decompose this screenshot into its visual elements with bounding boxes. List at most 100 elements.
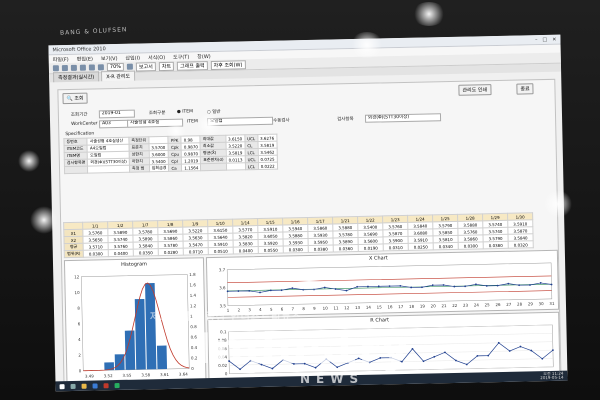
menu-insert[interactable]: 삽입(I) <box>125 54 140 61</box>
excel-icon[interactable] <box>114 382 120 388</box>
light-reflection <box>166 122 186 140</box>
exit-button[interactable]: 종료 <box>516 83 534 95</box>
y2-tick-label: 0 <box>191 366 194 371</box>
table-cell[interactable]: 0.0360 <box>333 244 359 252</box>
window-controls: – □ ✕ <box>535 36 557 42</box>
workcenter-label: WorkCenter <box>71 121 98 127</box>
close-icon[interactable]: ✕ <box>552 36 556 42</box>
x-tick-label: 8 <box>302 306 305 311</box>
menu-file[interactable]: 파일(F) <box>53 55 69 62</box>
y-tick-label: 3.6 <box>219 285 226 290</box>
office-icon[interactable] <box>103 382 109 388</box>
date-from-field[interactable]: 2019-01 <box>98 109 135 119</box>
chart-button[interactable]: 차트 <box>158 61 175 71</box>
tab-xr-chart[interactable]: X-R 관리도 <box>101 70 136 82</box>
copy-icon[interactable] <box>88 64 95 71</box>
menu-tools[interactable]: 도구(T) <box>173 53 189 60</box>
help-icon[interactable] <box>126 63 134 70</box>
light-reflection <box>30 206 58 234</box>
save-icon[interactable] <box>52 65 59 72</box>
manual-insp-label: 수동검사 <box>273 118 290 124</box>
x-tick-label: 3.64 <box>179 372 188 377</box>
insp-item-label: 검사항목 <box>337 117 354 123</box>
spec-label: 검사항목명 <box>64 159 88 167</box>
search-taskbar-icon[interactable] <box>70 383 76 389</box>
menu-format[interactable]: 서식(O) <box>148 53 165 60</box>
histogram-bar <box>114 354 125 371</box>
clock: 오전 11:24 2019-05-14 <box>540 371 563 380</box>
table-cell[interactable]: 0.0510 <box>208 247 234 255</box>
browser-icon[interactable] <box>92 382 98 389</box>
row-header: 범위(R) <box>64 250 84 258</box>
table-cell[interactable]: 0.0400 <box>233 246 259 255</box>
x-tick-label: 30 <box>539 301 545 306</box>
x-chart-title: X Chart <box>368 255 388 262</box>
x-tick-label: 3.55 <box>122 373 131 378</box>
graph-output-button[interactable]: 그래프 출력 <box>176 60 208 71</box>
histogram-bar <box>134 298 146 370</box>
menu-window[interactable]: 창(W) <box>197 53 211 60</box>
x-tick-label: 3.58 <box>141 372 150 377</box>
minimize-icon[interactable]: – <box>535 37 538 43</box>
table-cell[interactable]: 0.0710 <box>183 247 209 256</box>
y2-tick-label: 1.4 <box>190 293 197 298</box>
radio-item[interactable]: ● ITEM <box>177 109 193 114</box>
period-label: 조회기간 <box>70 112 88 118</box>
table-cell[interactable]: 0.0340 <box>433 242 459 250</box>
table-cell[interactable]: 0.0300 <box>458 241 484 250</box>
table-cell[interactable]: 0.0300 <box>283 245 309 254</box>
table-cell[interactable]: 0.0280 <box>158 248 184 256</box>
insp-item-select[interactable]: 외경(Φ)(STT30이상) <box>364 113 442 123</box>
table-cell[interactable]: 0.0550 <box>258 246 284 254</box>
x-tick-label: 3.52 <box>104 373 113 378</box>
table-cell[interactable]: 0.0350 <box>133 248 159 257</box>
table-cell[interactable]: 0.0300 <box>83 249 109 258</box>
menu-edit[interactable]: 편집(E) <box>77 55 93 62</box>
table-cell[interactable]: 0.0250 <box>408 242 434 251</box>
table-cell[interactable]: 0.0400 <box>108 249 134 257</box>
light-reflection <box>296 270 322 292</box>
start-icon[interactable] <box>59 383 65 389</box>
x-tick-label: 10 <box>323 306 329 311</box>
x-tick-label: 21 <box>441 303 447 308</box>
light-reflection <box>196 114 222 136</box>
y-tick-label: 2 <box>78 353 81 358</box>
y-tick-label: 3.7 <box>219 267 226 272</box>
table-cell[interactable]: 0.0190 <box>358 243 384 252</box>
table-cell[interactable]: 0.0320 <box>508 240 534 249</box>
tab-realtime[interactable]: 측정결과(실시간) <box>52 71 100 83</box>
watermark-logo: Industry <box>196 324 411 373</box>
x-tick-label: 23 <box>463 303 469 308</box>
print-chart-button[interactable]: 관리도 인쇄 <box>458 84 492 96</box>
x-tick-label: 9 <box>313 306 316 311</box>
cut-icon[interactable] <box>79 64 86 71</box>
table-cell[interactable]: 0.0380 <box>308 244 334 253</box>
spec-label: 표준편차(σ) <box>200 156 227 164</box>
later-search-button[interactable]: 차후 조회(W) <box>210 59 246 70</box>
y-tick-label: 12 <box>74 274 80 279</box>
print-icon[interactable] <box>61 64 68 72</box>
light-reflection <box>544 190 572 218</box>
report-button[interactable]: 보고서 <box>135 61 156 72</box>
paste-icon[interactable] <box>97 64 104 71</box>
x-tick-label: 22 <box>452 303 458 308</box>
table-cell[interactable]: 0.0380 <box>483 241 509 249</box>
menu-view[interactable]: 보기(V) <box>101 54 118 61</box>
workcenter-code-field[interactable]: A03 <box>99 119 130 129</box>
spec-label: 측정 법 <box>129 164 150 173</box>
explorer-icon[interactable] <box>81 383 87 389</box>
maximize-icon[interactable]: □ <box>542 36 547 42</box>
table-cell[interactable]: 0.0310 <box>383 243 409 251</box>
spec-label <box>64 166 89 174</box>
x-tick-label: 27 <box>506 302 512 307</box>
x-tick-label: 14 <box>366 305 372 310</box>
preview-icon[interactable] <box>70 64 77 71</box>
y2-tick-label: 1.8 <box>189 272 196 277</box>
light-reflection <box>18 150 40 172</box>
y2-tick-label: 1.6 <box>189 282 196 287</box>
r-chart-title: R Chart <box>370 317 390 324</box>
histogram-plot: 1210864201.81.61.41.210.80.60.40.203.49 3… <box>74 272 198 379</box>
spec-label: LCL <box>245 162 259 170</box>
light-reflection <box>412 2 446 26</box>
search-button[interactable]: 🔍 조회 <box>62 92 88 105</box>
